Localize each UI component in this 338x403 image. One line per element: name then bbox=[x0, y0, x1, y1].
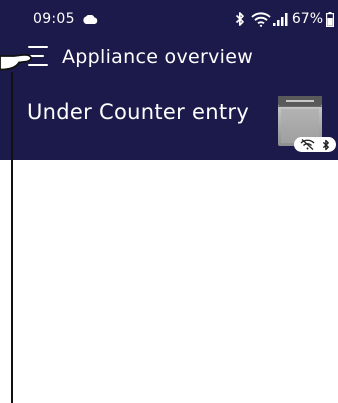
battery-icon bbox=[326, 11, 334, 27]
status-bar: 09:05 67% bbox=[0, 0, 338, 34]
wifi-icon bbox=[251, 12, 271, 27]
appliance-card[interactable]: Under Counter entry bbox=[14, 88, 338, 158]
bluetooth-icon bbox=[323, 139, 330, 150]
status-time: 09:05 bbox=[33, 11, 75, 27]
page-title: Appliance overview bbox=[62, 46, 254, 68]
wifi-off-icon bbox=[300, 139, 315, 150]
app-header: 09:05 67% Appliance overview Under Count… bbox=[0, 0, 338, 160]
battery-percentage: 67% bbox=[291, 11, 323, 27]
cloud-icon bbox=[83, 15, 98, 24]
bluetooth-icon bbox=[235, 12, 244, 26]
signal-icon bbox=[272, 13, 288, 26]
connection-status-badge bbox=[294, 137, 336, 152]
pointing-hand-icon bbox=[0, 53, 32, 71]
appliance-name: Under Counter entry bbox=[27, 100, 250, 124]
left-edge-line bbox=[11, 72, 13, 403]
status-icons: 67% bbox=[235, 10, 334, 28]
